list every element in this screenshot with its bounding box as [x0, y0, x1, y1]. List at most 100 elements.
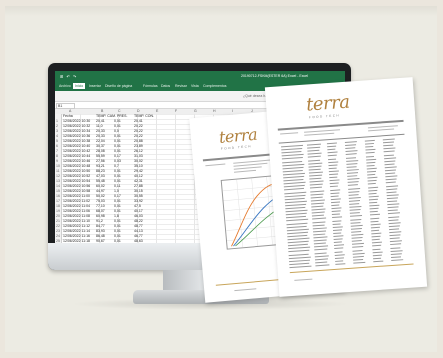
table-text-line: [389, 228, 400, 230]
column-header[interactable]: G: [194, 109, 197, 113]
table-text-line: [328, 161, 339, 163]
tab-formulas[interactable]: Fórmulas: [143, 84, 158, 88]
logo-tagline: FOOD TECH: [308, 113, 341, 120]
table-text-line: [346, 159, 359, 162]
table-text-line: [368, 195, 379, 198]
table-cell[interactable]: 0,01: [114, 239, 121, 243]
tab-revisar[interactable]: Revisar: [175, 84, 187, 88]
tab-diseno-de-pagina[interactable]: Diseño de página: [105, 84, 132, 88]
table-text-line: [332, 219, 342, 222]
table-text-line: [310, 193, 324, 196]
table-text-line: [352, 246, 364, 249]
table-text-line: [390, 252, 402, 255]
table-row[interactable]: 25 12/06/2022 11:18 90,67 0,01 48,63: [55, 239, 215, 243]
table-text-line: [334, 244, 345, 247]
table-text-line: [388, 225, 400, 227]
table-text-line: [369, 204, 380, 207]
table-text-line: [349, 212, 360, 215]
table-text-line: [369, 201, 378, 204]
table-text-line: [284, 194, 306, 197]
report-data-page: terra FOOD TECH: [264, 77, 428, 297]
table-text-line: [327, 145, 337, 148]
table-text-line: [368, 192, 377, 195]
table-text-line: [390, 246, 401, 249]
table-text-line: [390, 249, 403, 252]
table-text-line: [373, 260, 384, 263]
table-text-line: [313, 239, 327, 242]
table-text-line: [282, 163, 305, 166]
frame-top-shadow: [5, 6, 437, 16]
table-text-line: [383, 150, 395, 153]
table-text-line: [311, 202, 325, 205]
table-text-line: [333, 232, 342, 234]
table-cell[interactable]: 48,63: [134, 239, 143, 243]
table-text-line: [314, 258, 328, 261]
table-text-line: [281, 157, 303, 160]
table-text-line: [391, 259, 404, 261]
table-text-line: [331, 210, 341, 213]
table-text-line: [330, 192, 340, 194]
table-cell[interactable]: 12/06/2022 11:18: [63, 239, 90, 243]
table-text-line: [284, 191, 307, 194]
table-text-line: [388, 221, 401, 224]
table-text-line: [384, 169, 396, 172]
table-text-line: [349, 206, 362, 208]
table-text-line: [385, 172, 396, 175]
tab-insertar[interactable]: Insertar: [89, 84, 101, 88]
table-text-line: [352, 255, 364, 258]
table-text-line: [284, 197, 305, 200]
table-text-line: [308, 159, 321, 162]
column-header[interactable]: I: [232, 109, 233, 113]
table-text-line: [287, 240, 309, 244]
table-text-line: [368, 198, 378, 201]
tab-inicio[interactable]: Inicio: [73, 83, 86, 89]
tab-datos[interactable]: Datos: [161, 84, 170, 88]
tab-archivo[interactable]: Archivo: [59, 84, 71, 88]
column-header[interactable]: D: [137, 109, 140, 113]
window-title: 20190712-FSKM(ESTER 6A) Excel - Excel: [241, 74, 308, 78]
table-text-line: [388, 215, 400, 218]
tab-vista[interactable]: Vista: [191, 84, 199, 88]
table-text-line: [286, 225, 307, 228]
table-text-line: [347, 178, 360, 181]
table-text-line: [314, 252, 327, 254]
table-text-line: [366, 161, 376, 164]
table-text-line: [350, 227, 362, 230]
table-text-line: [371, 229, 380, 232]
table-cell[interactable]: 90,67: [96, 239, 105, 243]
table-text-line: [315, 261, 328, 264]
table-text-line: [314, 248, 328, 251]
table-text-line: [387, 209, 398, 212]
row-number[interactable]: 25: [56, 239, 60, 243]
table-text-line: [365, 143, 375, 145]
table-text-line: [332, 229, 343, 231]
table-text-line: [365, 149, 376, 151]
table-text-line: [287, 237, 310, 241]
table-text-line: [310, 196, 323, 199]
table-text-line: [333, 235, 344, 237]
table-text-line: [329, 182, 339, 185]
table-text-line: [285, 216, 307, 219]
table-text-line: [348, 193, 359, 196]
table-text-line: [346, 168, 359, 171]
column-header[interactable]: B: [101, 109, 103, 113]
quick-access-toolbar[interactable]: ⊞ ↶ ↷: [60, 74, 77, 79]
column-header[interactable]: A: [69, 109, 71, 113]
tab-complementos[interactable]: Complementos: [203, 84, 227, 88]
column-header[interactable]: C: [118, 109, 121, 113]
table-text-line: [366, 167, 377, 170]
table-text-line: [383, 147, 396, 150]
table-text-line: [329, 173, 339, 176]
table-text-line: [327, 148, 336, 151]
table-text-line: [286, 222, 308, 225]
table-text-line: [351, 237, 363, 239]
table-text-line: [327, 151, 338, 154]
table-text-line: [345, 156, 356, 159]
column-header[interactable]: H: [213, 109, 216, 113]
table-text-line: [307, 152, 322, 155]
table-text-line: [312, 217, 327, 220]
table-text-line: [312, 227, 327, 230]
column-header[interactable]: E: [156, 109, 158, 113]
table-text-line: [314, 245, 329, 248]
column-header[interactable]: F: [175, 109, 177, 113]
